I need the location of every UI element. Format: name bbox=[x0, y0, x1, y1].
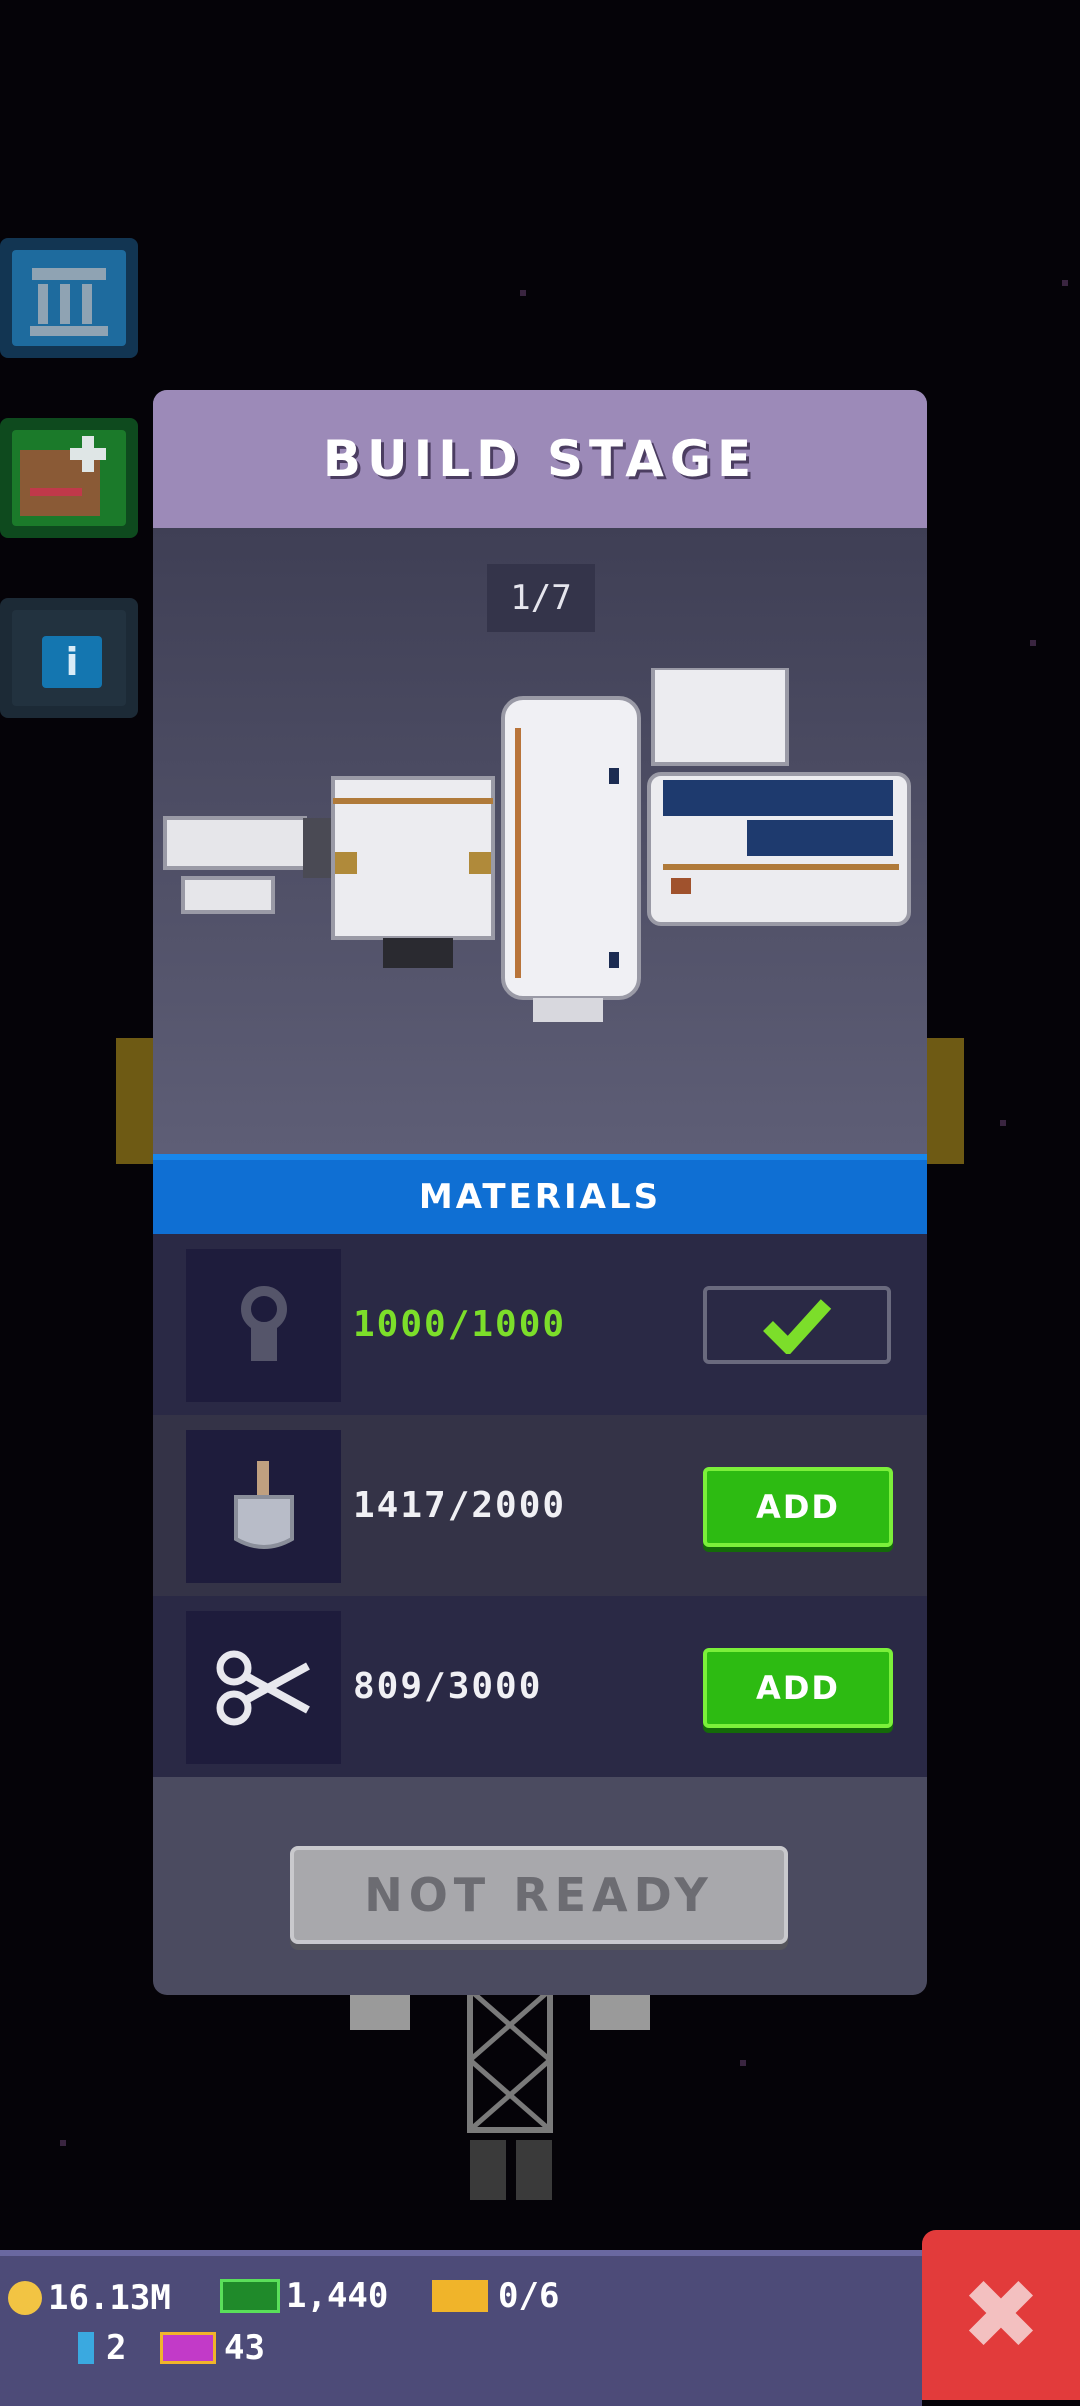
not-ready-button[interactable]: NOT READY bbox=[290, 1846, 788, 1944]
cash-icon bbox=[220, 2279, 280, 2313]
material-row: 1000/1000 bbox=[153, 1234, 927, 1415]
cash-value: 1,440 bbox=[286, 2276, 389, 2316]
premium-value: 43 bbox=[224, 2328, 265, 2368]
gems-resource: 2 bbox=[78, 2328, 126, 2368]
checkmark-icon bbox=[763, 1299, 832, 1354]
build-add-button[interactable] bbox=[0, 418, 138, 538]
ticket-icon bbox=[432, 2280, 488, 2312]
scissors-icon bbox=[186, 1611, 341, 1764]
gems-value: 2 bbox=[106, 2328, 127, 2368]
modal-title: BUILD STAGE bbox=[153, 390, 927, 528]
info-button[interactable]: i bbox=[0, 598, 138, 718]
add-material-button[interactable]: ADD bbox=[703, 1648, 893, 1728]
material-count: 1000/1000 bbox=[353, 1304, 567, 1345]
tickets-value: 0/6 bbox=[498, 2276, 560, 2316]
info-icon: i bbox=[42, 636, 102, 688]
add-material-button[interactable]: ADD bbox=[703, 1467, 893, 1547]
coin-icon bbox=[8, 2281, 42, 2315]
blueprint-add-icon bbox=[12, 430, 126, 526]
material-row: 1417/2000 ADD bbox=[153, 1415, 927, 1596]
next-stage-tab[interactable] bbox=[922, 1038, 964, 1164]
premium-resource: 43 bbox=[160, 2328, 265, 2368]
prev-stage-tab[interactable] bbox=[116, 1038, 158, 1164]
stage-preview: 1/7 bbox=[153, 528, 927, 1154]
shovel-icon bbox=[186, 1430, 341, 1583]
materials-title: MATERIALS bbox=[153, 1154, 927, 1234]
tower-structure bbox=[350, 1990, 650, 2200]
coins-resource: 16.13M bbox=[8, 2278, 171, 2318]
tickets-resource: 0/6 bbox=[432, 2276, 559, 2316]
station-module-image bbox=[163, 668, 911, 1022]
museum-icon bbox=[12, 250, 126, 346]
info-button-bg: i bbox=[12, 610, 126, 706]
resource-bar: 16.13M 1,440 0/6 2 43 bbox=[0, 2250, 922, 2406]
close-button[interactable]: ✖ bbox=[922, 2230, 1080, 2400]
material-count: 1417/2000 bbox=[353, 1485, 567, 1526]
material-complete-indicator bbox=[703, 1286, 891, 1364]
ring-icon bbox=[186, 1249, 341, 1402]
cash-resource: 1,440 bbox=[220, 2276, 388, 2316]
material-row: 809/3000 ADD bbox=[153, 1596, 927, 1777]
stage-counter: 1/7 bbox=[487, 564, 595, 632]
premium-ticket-icon bbox=[160, 2332, 216, 2364]
museum-button[interactable] bbox=[0, 238, 138, 358]
build-stage-modal: BUILD STAGE 1/7 MATERIALS 1000/1000 1417… bbox=[153, 390, 927, 1995]
gem-icon bbox=[78, 2332, 94, 2364]
coins-value: 16.13M bbox=[48, 2278, 171, 2318]
close-icon: ✖ bbox=[960, 2259, 1042, 2371]
material-count: 809/3000 bbox=[353, 1666, 543, 1707]
